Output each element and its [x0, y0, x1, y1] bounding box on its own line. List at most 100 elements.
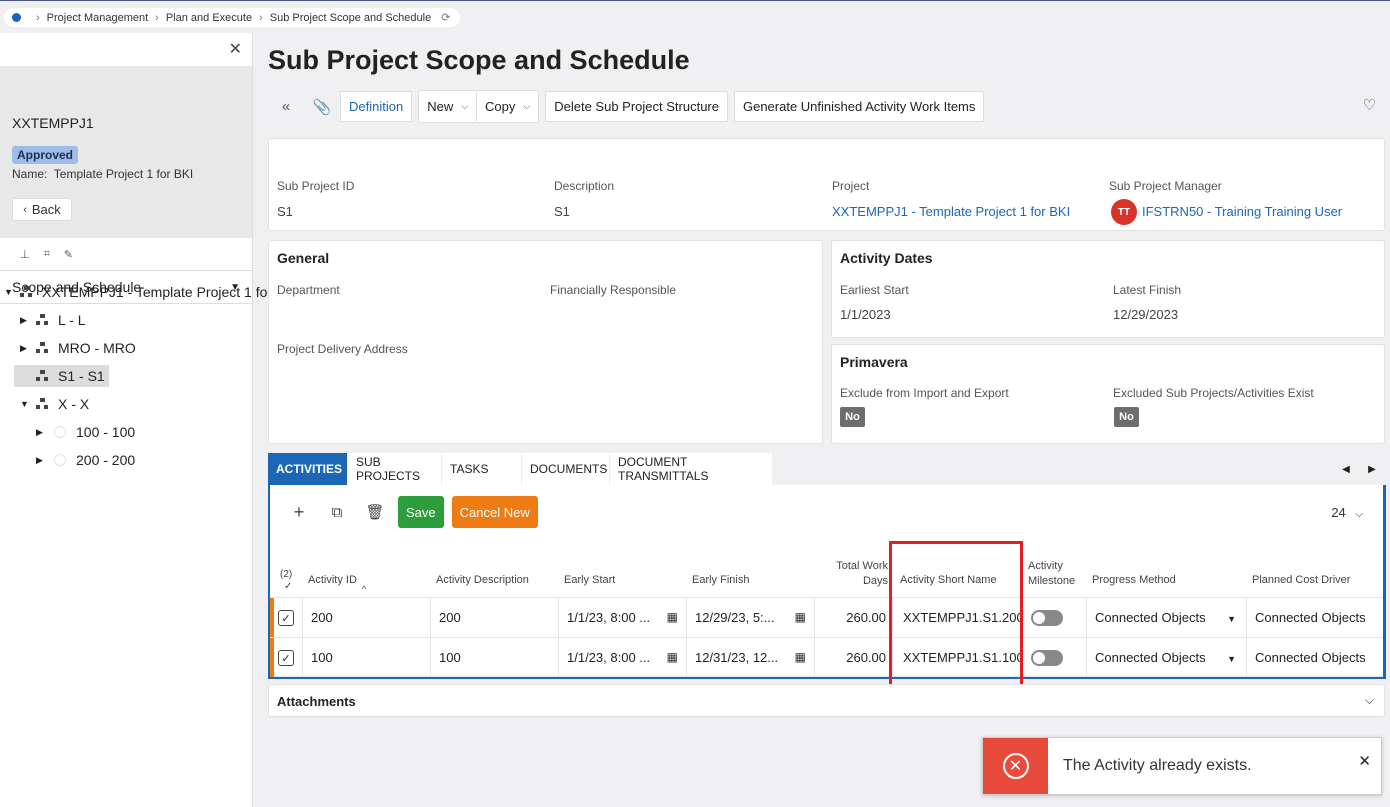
caret-right-icon[interactable]: ▶ — [36, 455, 48, 466]
tab-activities[interactable]: ACTIVITIES — [268, 453, 348, 485]
tree-node-l[interactable]: ▶ L - L — [20, 309, 86, 331]
milestone-toggle[interactable] — [1031, 649, 1063, 666]
earliest-start-label: Earliest Start — [840, 283, 909, 297]
cell-early-start[interactable]: 1/1/23, 8:00 ... ▦ — [558, 638, 686, 677]
col-header-early-finish[interactable]: Early Finish — [692, 574, 749, 586]
save-button[interactable]: Save — [398, 496, 444, 528]
row-checkbox[interactable]: ✓ — [278, 650, 294, 666]
tree-node-root[interactable]: ▼ XXTEMPPJ1 - Template Project 1 for — [4, 281, 272, 303]
cell-total-work-days[interactable]: 260.00 — [814, 638, 892, 677]
favorite-heart-icon[interactable]: ♡ — [1363, 96, 1376, 114]
tab-document-transmittals[interactable]: DOCUMENT TRANSMITTALS — [610, 453, 773, 485]
caret-right-icon[interactable]: ▶ — [20, 315, 32, 326]
hierarchy-icon[interactable]: ⌗ — [44, 248, 50, 261]
primavera-card: Primavera Exclude from Import and Export… — [831, 344, 1385, 444]
caret-right-icon[interactable]: ▶ — [36, 427, 48, 438]
tree-node-100[interactable]: ▶ 100 - 100 — [36, 421, 135, 443]
col-header-total-work-days[interactable]: Total Work Days — [830, 559, 888, 589]
milestone-toggle[interactable] — [1031, 609, 1063, 626]
tree-node-label: X - X — [58, 396, 90, 412]
col-header-activity-description[interactable]: Activity Description — [436, 574, 529, 586]
tab-scroll-left-icon[interactable]: ◀ — [1333, 453, 1359, 485]
cell-activity-id[interactable]: 100 — [302, 638, 430, 677]
structure-icon — [36, 398, 50, 410]
general-card: General Department Financially Responsib… — [268, 240, 823, 444]
cell-early-finish[interactable]: 12/29/23, 5:... ▦ — [686, 598, 814, 637]
tree-node-mro[interactable]: ▶ MRO - MRO — [20, 337, 136, 359]
select-all-check-icon[interactable]: ✓ — [284, 581, 292, 592]
col-header-progress-method[interactable]: Progress Method — [1092, 574, 1176, 586]
cell-activity-milestone[interactable] — [1022, 598, 1086, 637]
table-row[interactable]: ✓ 200 200 1/1/23, 8:00 ... ▦ 12/29/23, 5… — [270, 597, 1383, 637]
caret-down-icon[interactable]: ▼ — [1227, 654, 1236, 664]
cell-activity-description[interactable]: 200 — [430, 598, 558, 637]
chevron-right-icon: › — [155, 11, 159, 24]
manager-link[interactable]: IFSTRN50 - Training Training User — [1142, 204, 1342, 219]
name-label: Name: — [12, 167, 48, 181]
breadcrumb-item[interactable]: Plan and Execute — [166, 12, 252, 24]
tab-tasks[interactable]: TASKS — [442, 453, 522, 485]
row-checkbox[interactable]: ✓ — [278, 610, 294, 626]
calendar-icon[interactable]: ▦ — [795, 610, 806, 624]
calendar-icon[interactable]: ▦ — [667, 650, 678, 664]
tree-node-x[interactable]: ▼ X - X — [20, 393, 89, 415]
cell-planned-cost-driver[interactable]: Connected Objects — [1246, 598, 1383, 637]
tab-scroll-right-icon[interactable]: ▶ — [1359, 453, 1385, 485]
col-header-early-start[interactable]: Early Start — [564, 574, 615, 586]
cell-total-work-days[interactable]: 260.00 — [814, 598, 892, 637]
cell-activity-id[interactable]: 200 — [302, 598, 430, 637]
tab-documents[interactable]: DOCUMENTS — [522, 453, 610, 485]
paperclip-icon[interactable]: 📎 — [304, 91, 340, 122]
cell-early-finish[interactable]: 12/31/23, 12... ▦ — [686, 638, 814, 677]
activity-icon — [54, 426, 66, 438]
calendar-icon[interactable]: ▦ — [667, 610, 678, 624]
back-button[interactable]: ‹ Back — [12, 198, 72, 221]
cell-progress-method[interactable]: Connected Objects ▼ — [1086, 598, 1246, 637]
pin-icon[interactable]: ⊥ — [20, 248, 30, 261]
activity-dates-title: Activity Dates — [840, 250, 933, 266]
new-copy-group: New ⌵ Copy ⌵ — [418, 90, 540, 123]
cell-early-start[interactable]: 1/1/23, 8:00 ... ▦ — [558, 598, 686, 637]
cell-activity-description[interactable]: 100 — [430, 638, 558, 677]
breadcrumb-item[interactable]: Project Management — [47, 12, 149, 24]
structure-icon — [36, 342, 50, 354]
col-header-planned-cost-driver[interactable]: Planned Cost Driver — [1252, 574, 1350, 586]
progress-method-value: Connected Objects — [1095, 650, 1206, 665]
definition-button[interactable]: Definition — [340, 91, 413, 122]
delete-structure-button[interactable]: Delete Sub Project Structure — [545, 91, 728, 122]
table-row[interactable]: ✓ 100 100 1/1/23, 8:00 ... ▦ 12/31/23, 1… — [270, 637, 1383, 677]
sort-asc-icon: ^ — [362, 584, 367, 594]
close-icon[interactable]: ✕ — [1358, 752, 1371, 770]
col-header-activity-id[interactable]: Activity ID — [308, 574, 357, 586]
trash-icon[interactable]: 🗑 — [360, 496, 390, 528]
cell-planned-cost-driver[interactable]: Connected Objects — [1246, 638, 1383, 677]
tree-node-200[interactable]: ▶ 200 - 200 — [36, 449, 135, 471]
cell-progress-method[interactable]: Connected Objects ▼ — [1086, 638, 1246, 677]
edit-icon[interactable]: ✎ — [64, 248, 73, 261]
collapse-icon[interactable]: « — [268, 91, 304, 122]
generate-work-items-button[interactable]: Generate Unfinished Activity Work Items — [733, 91, 985, 122]
add-icon[interactable]: + — [284, 496, 314, 528]
caret-right-icon[interactable]: ▶ — [20, 343, 32, 354]
close-icon[interactable]: ✕ — [229, 39, 242, 59]
project-link[interactable]: XXTEMPPJ1 - Template Project 1 for BKI — [832, 204, 1070, 219]
home-icon[interactable] — [12, 13, 21, 22]
toast-message: The Activity already exists. — [1063, 757, 1252, 774]
caret-down-icon[interactable]: ▼ — [4, 287, 16, 297]
tree-node-s1[interactable]: S1 - S1 — [14, 365, 109, 387]
earliest-start-value: 1/1/2023 — [840, 307, 891, 322]
cell-activity-milestone[interactable] — [1022, 638, 1086, 677]
duplicate-icon[interactable]: ⧉ — [322, 496, 352, 528]
cancel-new-button[interactable]: Cancel New — [451, 496, 538, 528]
attachments-panel[interactable]: Attachments ⌵ — [268, 684, 1385, 717]
copy-button[interactable]: Copy ⌵ — [477, 91, 539, 122]
chevron-down-icon[interactable]: ⌵ — [1365, 693, 1374, 708]
refresh-icon[interactable]: ⟳ — [441, 11, 450, 24]
col-header-activity-milestone[interactable]: Activity Milestone — [1028, 559, 1075, 589]
caret-down-icon[interactable]: ▼ — [20, 399, 32, 409]
new-button[interactable]: New ⌵ — [419, 91, 478, 122]
caret-down-icon[interactable]: ▼ — [1227, 614, 1236, 624]
page-size-select[interactable]: 24 ⌵ — [1331, 505, 1363, 520]
tab-sub-projects[interactable]: SUB PROJECTS — [348, 453, 442, 485]
calendar-icon[interactable]: ▦ — [795, 650, 806, 664]
